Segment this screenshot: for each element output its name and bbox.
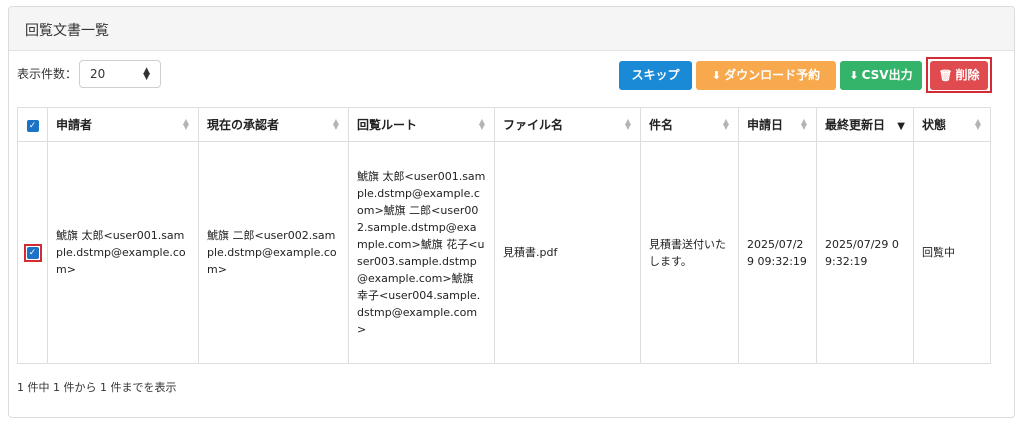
panel-title: 回覧文書一覧 [9,7,1014,51]
table-row[interactable]: ✓ 鯱旗 太郎<user001.sample.dstmp@example.com… [17,141,991,364]
per-page-value: 20 [90,67,106,81]
status-cell: 回覧中 [913,141,991,364]
download-reserve-button[interactable]: ⬇ ダウンロード予約 [696,61,836,90]
per-page-label: 表示件数： [17,67,78,81]
applied-date-cell: 2025/07/29 09:32:19 [738,141,817,364]
route-cell: 鯱旗 太郎<user001.sample.dstmp@example.com>鯱… [348,141,495,364]
sort-icon: ▲ ▼ [722,117,729,131]
per-page-select[interactable]: 20 ▲ ▼ [79,60,161,88]
column-header-approver[interactable]: 現在の承認者 ▲ ▼ [198,107,349,142]
column-header-filename[interactable]: ファイル名 ▲ ▼ [494,107,641,142]
pagination-summary: 1 件中 1 件から 1 件までを表示 [17,381,177,394]
sort-caret-icon: ▲ ▼ [143,66,150,82]
sort-icon: ▲ ▼ [332,117,339,131]
row-checkbox-highlight: ✓ [23,244,42,262]
sort-icon: ▲ ▼ [624,117,631,131]
delete-button-label: 削除 [955,68,980,82]
row-select-cell[interactable]: ✓ [17,141,48,364]
skip-button[interactable]: スキップ [619,61,692,90]
sort-desc-icon: ▼ [897,121,905,132]
document-table: ✓ 申請者 ▲ ▼ 現在の承認者 ▲ ▼ 回覧ルート ▲ ▼ ファイル名 ▲ ▼ 件名 ▲ ▼ 申請… [17,107,991,364]
updated-date-cell: 2025/07/29 09:32:19 [816,141,914,364]
download-icon: ⬇ [849,69,859,82]
filename-cell: 見積書.pdf [494,141,641,364]
column-header-route[interactable]: 回覧ルート ▲ ▼ [348,107,495,142]
column-header-applicant[interactable]: 申請者 ▲ ▼ [47,107,199,142]
column-header-updated-date[interactable]: 最終更新日 ▼ [816,107,914,142]
sort-icon: ▲ ▼ [478,117,485,131]
column-header-status[interactable]: 状態 ▲ ▼ [913,107,991,142]
approver-cell: 鯱旗 二郎<user002.sample.dstmp@example.com> [198,141,349,364]
select-all-checkbox[interactable]: ✓ [26,120,39,132]
sort-icon: ▲ ▼ [974,117,981,131]
sort-icon: ▲ ▼ [182,117,189,131]
row-checkbox[interactable]: ✓ [26,247,39,259]
column-header-subject[interactable]: 件名 ▲ ▼ [640,107,739,142]
column-header-applied-date[interactable]: 申請日 ▲ ▼ [738,107,817,142]
applicant-cell: 鯱旗 太郎<user001.sample.dstmp@example.com> [47,141,199,364]
download-button-label: ダウンロード予約 [724,68,821,82]
sort-icon: ▲ ▼ [800,117,807,131]
subject-cell: 見積書送付いたします。 [640,141,739,364]
download-icon: ⬇ [711,69,722,82]
table-header-row: ✓ 申請者 ▲ ▼ 現在の承認者 ▲ ▼ 回覧ルート ▲ ▼ ファイル名 ▲ ▼ 件名 ▲ ▼ 申請… [17,107,991,142]
skip-button-label: スキップ [631,68,680,82]
select-all-cell[interactable]: ✓ [17,107,48,142]
csv-export-button[interactable]: ⬇ CSV出力 [840,61,922,90]
trash-icon: 🗑 [938,69,953,82]
delete-button[interactable]: 🗑 削除 [930,61,988,90]
csv-button-label: CSV出力 [861,68,913,82]
